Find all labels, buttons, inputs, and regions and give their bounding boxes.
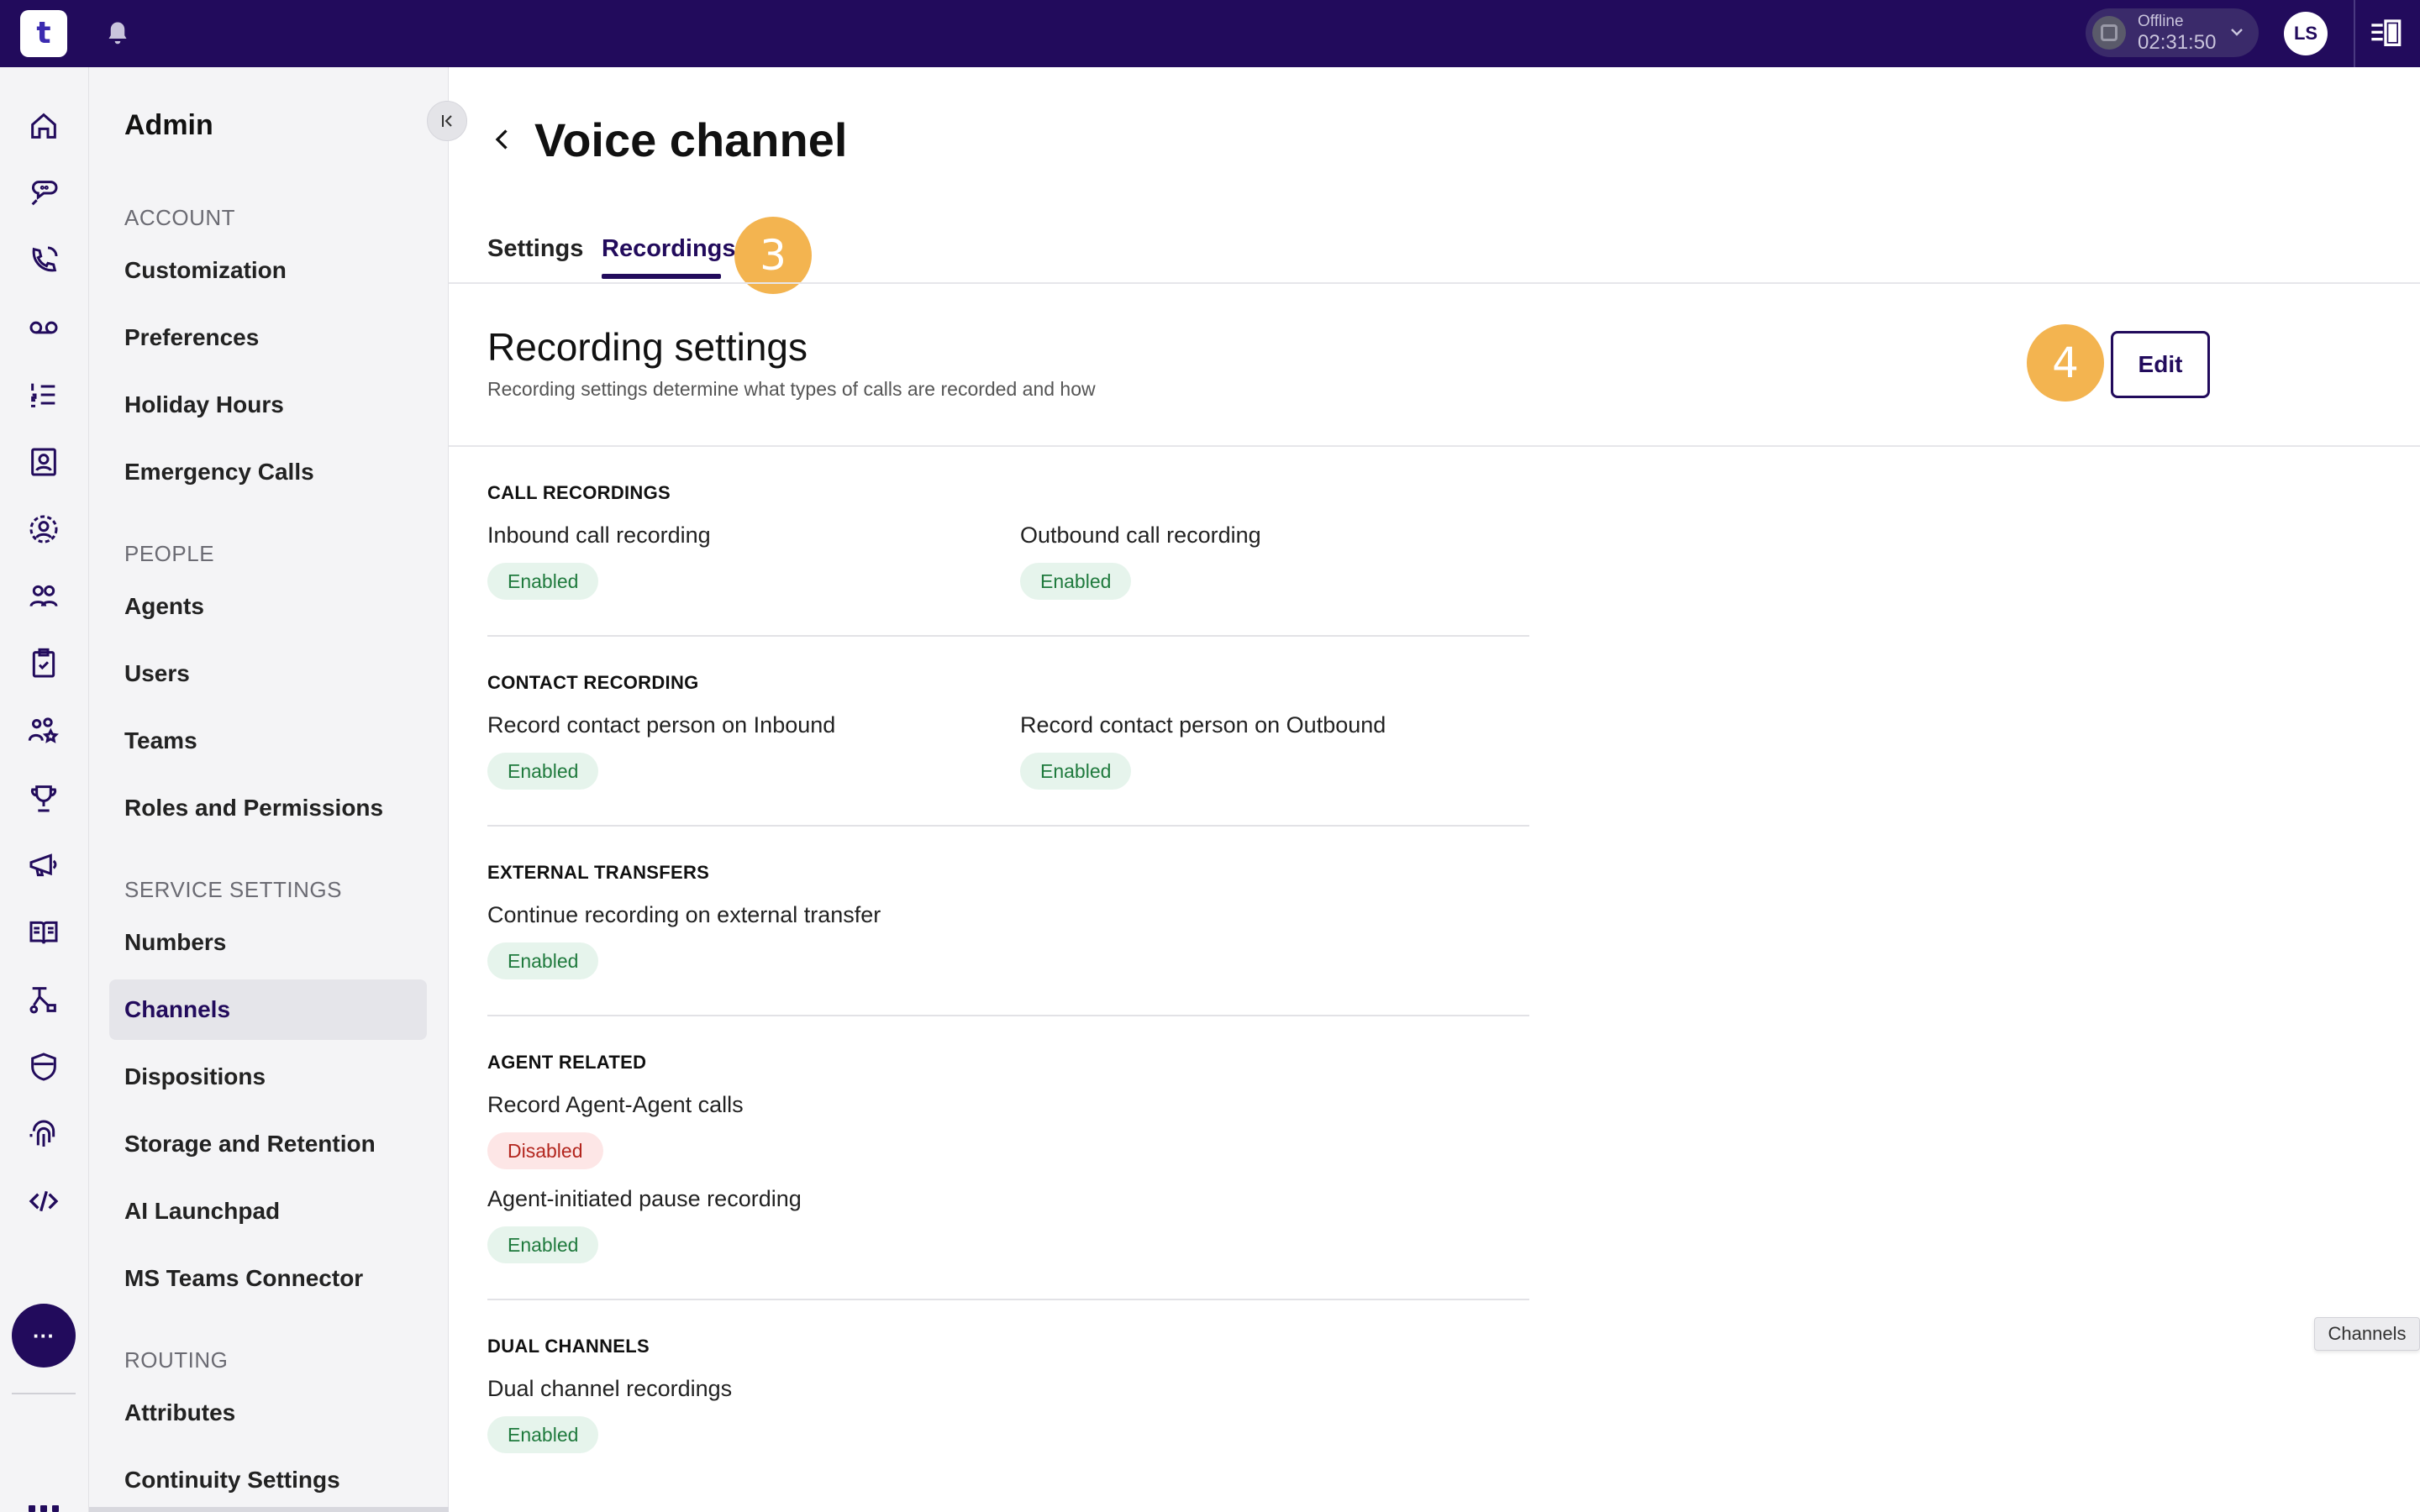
sidebar-item-users[interactable]: Users [109,643,427,704]
sidebar-item-customization[interactable]: Customization [109,240,427,301]
phone-icon[interactable] [25,242,62,279]
status-badge-record-contact-outbound: Enabled [1020,753,1132,790]
group-divider [487,1299,1529,1300]
status-badge-outbound-call-recording: Enabled [1020,563,1132,600]
group-divider [487,635,1529,637]
field-label-record-agent-agent: Record Agent-Agent calls [487,1092,744,1117]
stop-icon [2092,16,2126,50]
chat-icon[interactable] [25,175,62,212]
app-grid-icon[interactable] [29,1505,59,1512]
user-avatar[interactable]: LS [2284,12,2328,55]
sidebar-item-storage-retention[interactable]: Storage and Retention [109,1114,427,1174]
status-badge-inbound-call-recording: Enabled [487,563,599,600]
field-label-inbound-call-recording: Inbound call recording [487,522,711,548]
chevron-down-icon [2231,29,2243,36]
voicemail-icon[interactable] [25,309,62,346]
sidebar-scrollbar[interactable] [89,1507,449,1512]
shield-icon[interactable] [25,1048,62,1085]
admin-sidebar: Admin ACCOUNT Customization Preferences … [89,67,467,1512]
status-badge-record-contact-inbound: Enabled [487,753,599,790]
agent-status-dropdown[interactable]: Offline 02:31:50 [2086,8,2259,57]
status-badge-dual-channel-recordings: Enabled [487,1416,599,1453]
edit-button[interactable]: Edit [2111,331,2210,398]
main-content: Voice channel Settings Recordings 3 Reco… [449,67,2420,1512]
field-label-record-contact-outbound: Record contact person on Outbound [1020,712,1386,738]
field-label-outbound-call-recording: Outbound call recording [1020,522,1261,548]
icon-rail: ··· [0,67,89,1512]
sidebar-section-account: ACCOUNT [124,205,236,230]
recording-settings-title: Recording settings [487,325,808,369]
tab-recordings[interactable]: Recordings [602,235,736,263]
logo-text: t [36,16,51,50]
group-divider [487,825,1529,827]
field-label-agent-pause-recording: Agent-initiated pause recording [487,1186,802,1211]
status-badge-agent-pause-recording: Enabled [487,1226,599,1263]
book-icon[interactable] [25,914,62,951]
status-timer: 02:31:50 [2138,30,2217,54]
field-label-continue-recording-transfer: Continue recording on external transfer [487,902,881,927]
group-divider [487,1015,1529,1016]
field-label-record-contact-inbound: Record contact person on Inbound [487,712,836,738]
sidebar-section-service-settings: SERVICE SETTINGS [124,877,342,902]
step-badge-4: 4 [2027,324,2104,402]
tooltip-channels: Channels [2314,1317,2420,1351]
sidebar-item-agents[interactable]: Agents [109,576,427,637]
top-bar: t Offline 02:31:50 LS [0,0,2420,67]
status-badge-record-agent-agent: Disabled [487,1132,603,1169]
collapse-sidebar-button[interactable] [427,101,467,141]
sidebar-item-channels[interactable]: Channels [109,979,427,1040]
more-apps-button[interactable]: ··· [12,1304,76,1368]
profile-icon[interactable] [25,511,62,548]
sidebar-item-attributes[interactable]: Attributes [109,1383,427,1443]
app-logo[interactable]: t [20,10,67,57]
sidebar-item-numbers[interactable]: Numbers [109,912,427,973]
field-label-dual-channel-recordings: Dual channel recordings [487,1376,733,1401]
top-divider [2354,0,2355,67]
fingerprint-icon[interactable] [25,1116,62,1152]
sidebar-item-teams[interactable]: Teams [109,711,427,771]
trophy-icon[interactable] [25,780,62,816]
page-title: Voice channel [534,113,848,166]
clipboard-icon[interactable] [25,645,62,682]
group-title-external-transfers: EXTERNAL TRANSFERS [487,862,710,883]
rail-divider [12,1393,76,1394]
sidebar-item-holiday-hours[interactable]: Holiday Hours [109,375,427,435]
contacts-icon[interactable] [25,444,62,480]
sidebar-item-dispositions[interactable]: Dispositions [109,1047,427,1107]
collapse-icon [442,115,452,127]
sidebar-section-people: PEOPLE [124,541,215,566]
group-title-dual-channels: DUAL CHANNELS [487,1336,650,1357]
people-icon[interactable] [25,578,62,615]
header-divider [449,445,2420,447]
tabs-divider [449,282,2420,284]
sidebar-item-continuity-settings[interactable]: Continuity Settings [109,1450,427,1510]
flow-icon[interactable] [25,981,62,1018]
sidebar-item-ms-teams-connector[interactable]: MS Teams Connector [109,1248,427,1309]
back-arrow-icon[interactable] [487,124,518,155]
status-badge-continue-recording-transfer: Enabled [487,942,599,979]
code-icon[interactable] [25,1183,62,1220]
list-icon[interactable] [25,376,62,413]
tab-settings[interactable]: Settings [487,235,583,263]
recording-settings-subtitle: Recording settings determine what types … [487,378,1096,400]
sidebar-title: Admin [124,109,213,141]
active-tab-indicator [602,274,721,279]
sidebar-item-roles-permissions[interactable]: Roles and Permissions [109,778,427,838]
group-title-call-recordings: CALL RECORDINGS [487,482,671,503]
bell-icon[interactable] [103,18,133,49]
group-title-agent-related: AGENT RELATED [487,1052,647,1073]
group-title-contact-recording: CONTACT RECORDING [487,672,699,693]
status-label: Offline [2138,12,2184,30]
home-icon[interactable] [25,108,62,144]
side-panel-icon[interactable] [2368,17,2403,50]
sidebar-item-emergency-calls[interactable]: Emergency Calls [109,442,427,502]
sidebar-section-routing: ROUTING [124,1347,229,1373]
sidebar-item-preferences[interactable]: Preferences [109,307,427,368]
team-star-icon[interactable] [25,712,62,749]
sidebar-item-ai-launchpad[interactable]: AI Launchpad [109,1181,427,1242]
megaphone-icon[interactable] [25,847,62,884]
